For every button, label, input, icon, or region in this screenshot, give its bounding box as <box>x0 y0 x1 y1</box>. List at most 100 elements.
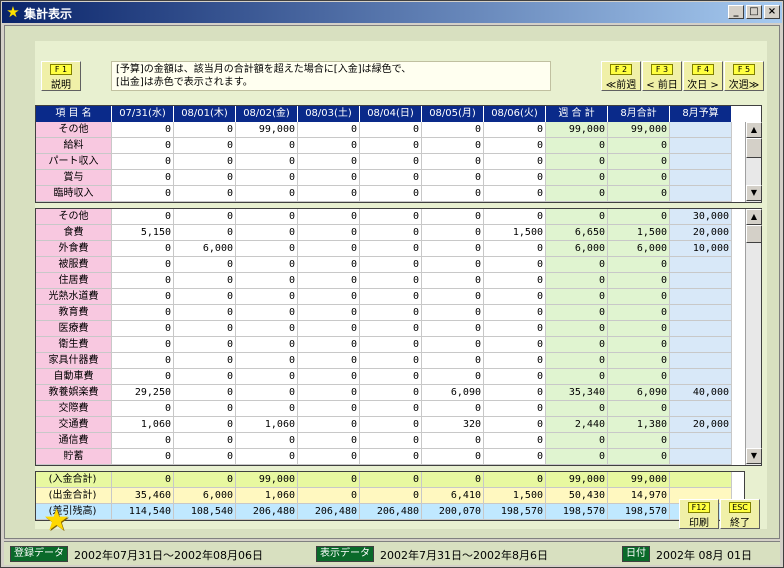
amount-cell[interactable]: 1,060 <box>236 488 298 504</box>
scroll-thumb[interactable] <box>746 225 762 243</box>
amount-cell[interactable]: 0 <box>422 138 484 154</box>
amount-cell[interactable]: 0 <box>484 257 546 273</box>
amount-cell[interactable]: 0 <box>298 321 360 337</box>
amount-cell[interactable]: 0 <box>360 209 422 225</box>
amount-cell[interactable]: 0 <box>360 321 422 337</box>
amount-cell[interactable]: 6,000 <box>608 241 670 257</box>
amount-cell[interactable]: 0 <box>174 449 236 465</box>
amount-cell[interactable] <box>670 122 732 138</box>
amount-cell[interactable]: 0 <box>546 257 608 273</box>
next-week-button[interactable]: F 5 次週≫ <box>724 61 764 91</box>
amount-cell[interactable]: 40,000 <box>670 385 732 401</box>
amount-cell[interactable]: 0 <box>112 154 174 170</box>
amount-cell[interactable]: 0 <box>360 337 422 353</box>
amount-cell[interactable]: 0 <box>546 401 608 417</box>
amount-cell[interactable]: 0 <box>236 401 298 417</box>
amount-cell[interactable]: 0 <box>298 433 360 449</box>
amount-cell[interactable]: 0 <box>112 337 174 353</box>
amount-cell[interactable]: 0 <box>236 449 298 465</box>
amount-cell[interactable]: 320 <box>422 417 484 433</box>
amount-cell[interactable]: 0 <box>174 353 236 369</box>
amount-cell[interactable]: 0 <box>174 401 236 417</box>
income-scrollbar[interactable]: ▲ ▼ <box>745 122 762 202</box>
amount-cell[interactable]: 0 <box>112 186 174 202</box>
amount-cell[interactable]: 0 <box>608 353 670 369</box>
help-button[interactable]: F 1 説明 <box>41 61 81 91</box>
amount-cell[interactable]: 0 <box>298 170 360 186</box>
amount-cell[interactable]: 0 <box>360 369 422 385</box>
amount-cell[interactable]: 0 <box>112 241 174 257</box>
amount-cell[interactable]: 0 <box>360 401 422 417</box>
amount-cell[interactable]: 0 <box>360 433 422 449</box>
amount-cell[interactable]: 0 <box>422 225 484 241</box>
amount-cell[interactable]: 0 <box>360 154 422 170</box>
amount-cell[interactable]: 0 <box>236 170 298 186</box>
amount-cell[interactable]: 0 <box>112 209 174 225</box>
amount-cell[interactable]: 0 <box>360 225 422 241</box>
amount-cell[interactable]: 35,460 <box>112 488 174 504</box>
amount-cell[interactable]: 0 <box>422 401 484 417</box>
amount-cell[interactable]: 0 <box>112 472 174 488</box>
amount-cell[interactable]: 1,060 <box>112 417 174 433</box>
amount-cell[interactable]: 0 <box>360 417 422 433</box>
amount-cell[interactable]: 0 <box>422 305 484 321</box>
amount-cell[interactable]: 0 <box>546 273 608 289</box>
amount-cell[interactable]: 1,380 <box>608 417 670 433</box>
amount-cell[interactable] <box>670 138 732 154</box>
amount-cell[interactable]: 50,430 <box>546 488 608 504</box>
amount-cell[interactable]: 35,340 <box>546 385 608 401</box>
amount-cell[interactable] <box>670 170 732 186</box>
amount-cell[interactable]: 0 <box>174 369 236 385</box>
amount-cell[interactable]: 0 <box>484 472 546 488</box>
amount-cell[interactable] <box>670 449 732 465</box>
minimize-button[interactable]: _ <box>728 5 744 19</box>
amount-cell[interactable]: 0 <box>174 257 236 273</box>
amount-cell[interactable]: 0 <box>484 337 546 353</box>
amount-cell[interactable]: 10,000 <box>670 241 732 257</box>
amount-cell[interactable]: 99,000 <box>608 472 670 488</box>
amount-cell[interactable]: 0 <box>422 433 484 449</box>
amount-cell[interactable]: 0 <box>608 170 670 186</box>
amount-cell[interactable]: 0 <box>484 433 546 449</box>
amount-cell[interactable]: 0 <box>422 337 484 353</box>
amount-cell[interactable]: 0 <box>546 353 608 369</box>
amount-cell[interactable]: 6,650 <box>546 225 608 241</box>
amount-cell[interactable]: 0 <box>174 321 236 337</box>
amount-cell[interactable]: 0 <box>546 138 608 154</box>
scroll-up-arrow-icon[interactable]: ▲ <box>746 209 762 225</box>
amount-cell[interactable]: 0 <box>360 488 422 504</box>
amount-cell[interactable]: 0 <box>298 353 360 369</box>
amount-cell[interactable]: 0 <box>484 122 546 138</box>
amount-cell[interactable]: 0 <box>112 433 174 449</box>
amount-cell[interactable]: 114,540 <box>112 504 174 520</box>
amount-cell[interactable]: 0 <box>298 257 360 273</box>
amount-cell[interactable] <box>670 321 732 337</box>
amount-cell[interactable]: 0 <box>608 433 670 449</box>
exit-button[interactable]: ESC 終了 <box>720 499 760 529</box>
amount-cell[interactable]: 0 <box>360 472 422 488</box>
next-day-button[interactable]: F 4 次日 > <box>683 61 723 91</box>
amount-cell[interactable]: 0 <box>298 449 360 465</box>
amount-cell[interactable]: 0 <box>236 138 298 154</box>
amount-cell[interactable]: 1,500 <box>484 225 546 241</box>
print-button[interactable]: F12 印刷 <box>679 499 719 529</box>
amount-cell[interactable]: 0 <box>484 138 546 154</box>
amount-cell[interactable]: 0 <box>112 289 174 305</box>
amount-cell[interactable]: 99,000 <box>608 122 670 138</box>
amount-cell[interactable]: 6,000 <box>174 241 236 257</box>
amount-cell[interactable]: 0 <box>236 257 298 273</box>
amount-cell[interactable]: 0 <box>174 385 236 401</box>
amount-cell[interactable]: 0 <box>422 369 484 385</box>
amount-cell[interactable]: 0 <box>360 186 422 202</box>
amount-cell[interactable]: 0 <box>608 154 670 170</box>
expense-scrollbar[interactable]: ▲ ▼ <box>745 209 762 465</box>
amount-cell[interactable]: 0 <box>484 417 546 433</box>
amount-cell[interactable]: 0 <box>298 472 360 488</box>
amount-cell[interactable]: 29,250 <box>112 385 174 401</box>
amount-cell[interactable]: 1,500 <box>484 488 546 504</box>
amount-cell[interactable]: 0 <box>112 170 174 186</box>
amount-cell[interactable]: 0 <box>484 154 546 170</box>
amount-cell[interactable]: 0 <box>422 289 484 305</box>
amount-cell[interactable]: 5,150 <box>112 225 174 241</box>
amount-cell[interactable]: 0 <box>484 321 546 337</box>
